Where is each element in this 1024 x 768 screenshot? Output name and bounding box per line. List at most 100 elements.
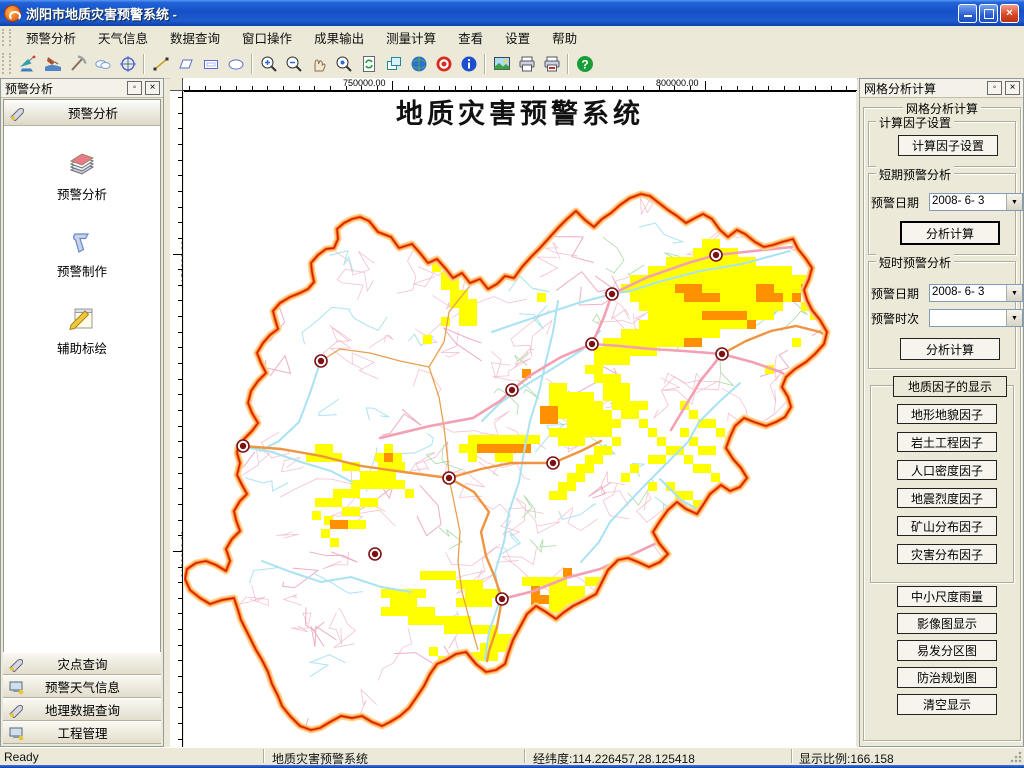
factor-button-4[interactable]: 矿山分布因子 <box>897 516 997 536</box>
display-button-4[interactable]: 清空显示 <box>897 694 997 715</box>
display-button-1[interactable]: 影像图显示 <box>897 613 997 634</box>
pan-icon[interactable] <box>306 51 331 77</box>
menu-item-8[interactable]: 帮助 <box>541 25 588 50</box>
chevron-down-icon[interactable]: ▼ <box>1006 285 1022 301</box>
ruler-tick <box>424 86 425 90</box>
short-term-date-row: 预警日期 <box>871 194 919 211</box>
menu-grip[interactable] <box>2 29 11 45</box>
globe-icon[interactable] <box>406 51 431 77</box>
map-canvas[interactable]: 地质灾害预警系统 <box>184 91 856 747</box>
refresh-icon[interactable] <box>356 51 381 77</box>
sidebar-item-label: 辅助标绘 <box>57 342 107 356</box>
pick-icon[interactable] <box>65 51 90 77</box>
town-marker[interactable] <box>237 440 249 452</box>
menu-item-2[interactable]: 数据查询 <box>159 25 231 50</box>
section-header[interactable]: 预警分析 <box>4 100 160 126</box>
ruler-tick <box>283 86 284 90</box>
ruler-tick <box>178 191 182 192</box>
display-button-2[interactable]: 易发分区图 <box>897 640 997 661</box>
print-icon[interactable] <box>514 51 539 77</box>
sidebar-item-1[interactable]: 预警制作 <box>4 225 160 280</box>
short-term-date-combo[interactable]: 2008- 6- 3 ▼ <box>929 193 1023 211</box>
factor-button-2[interactable]: 人口密度因子 <box>897 460 997 480</box>
sidebar-item-2[interactable]: 辅助标绘 <box>4 302 160 357</box>
ruler-tick <box>815 86 816 90</box>
sidebar-item-0[interactable]: 预警分析 <box>4 148 160 203</box>
left-panel-title-bar[interactable]: 预警分析 ◦ × <box>1 79 163 98</box>
menu-item-6[interactable]: 查看 <box>447 25 494 50</box>
bottom-bar-1[interactable]: 预警天气信息 <box>3 675 161 698</box>
town-marker[interactable] <box>547 457 559 469</box>
menu-item-0[interactable]: 预警分析 <box>15 25 87 50</box>
left-dock-panel: 预警分析 ◦ × 预警分析 预警分析预警制作辅助标绘 灾点查询预警天气信息地理数… <box>0 78 164 747</box>
locate-icon[interactable] <box>115 51 140 77</box>
zoom-in-icon[interactable] <box>256 51 281 77</box>
ellipse-icon[interactable] <box>223 51 248 77</box>
town-marker[interactable] <box>716 348 728 360</box>
menu-item-7[interactable]: 设置 <box>494 25 541 50</box>
pin-icon[interactable]: ◦ <box>987 81 1002 95</box>
display-button-0[interactable]: 中小尺度雨量 <box>897 586 997 607</box>
chevron-down-icon[interactable]: ▼ <box>1006 194 1022 210</box>
title-bar[interactable]: 浏阳市地质灾害预警系统 - × <box>0 0 1024 26</box>
town-marker[interactable] <box>315 355 327 367</box>
zoom-out-icon[interactable] <box>281 51 306 77</box>
short-time-times-combo[interactable]: ▼ <box>929 309 1023 327</box>
factor-button-3[interactable]: 地震烈度因子 <box>897 488 997 508</box>
cloud-icon[interactable] <box>90 51 115 77</box>
close-icon[interactable]: × <box>1005 81 1020 95</box>
town-marker[interactable] <box>710 249 722 261</box>
cascade-icon[interactable] <box>381 51 406 77</box>
bottom-bar-0[interactable]: 灾点查询 <box>3 652 161 675</box>
factor-button-1[interactable]: 岩土工程因子 <box>897 432 997 452</box>
map-drawing[interactable]: 地质灾害预警系统 <box>184 92 856 748</box>
terrain-icon[interactable] <box>40 51 65 77</box>
ruler-tick <box>178 144 182 145</box>
factor-display-header-button[interactable]: 地质因子的显示 <box>893 376 1007 397</box>
ruler-tick <box>236 86 237 90</box>
help-icon[interactable]: ? <box>572 51 597 77</box>
town-marker[interactable] <box>443 472 455 484</box>
ruler-tick <box>471 86 472 90</box>
polygon-icon[interactable] <box>173 51 198 77</box>
town-marker[interactable] <box>586 338 598 350</box>
satellite-icon[interactable] <box>15 51 40 77</box>
chevron-down-icon[interactable]: ▼ <box>1006 310 1022 326</box>
book-icon <box>65 148 99 180</box>
close-button[interactable]: × <box>1000 4 1019 23</box>
short-time-analyze-button[interactable]: 分析计算 <box>900 338 1000 360</box>
monitor-icon <box>8 679 24 695</box>
image-icon[interactable] <box>489 51 514 77</box>
town-marker[interactable] <box>506 384 518 396</box>
resize-grip[interactable] <box>1010 751 1022 763</box>
stop-icon[interactable] <box>431 51 456 77</box>
maximize-button[interactable] <box>979 4 998 23</box>
short-time-date-combo[interactable]: 2008- 6- 3 ▼ <box>929 284 1023 302</box>
town-marker[interactable] <box>496 593 508 605</box>
menu-item-1[interactable]: 天气信息 <box>87 25 159 50</box>
menu-item-4[interactable]: 成果输出 <box>303 25 375 50</box>
menu-item-3[interactable]: 窗口操作 <box>231 25 303 50</box>
factor-button-5[interactable]: 灾害分布因子 <box>897 544 997 564</box>
short-term-analyze-button[interactable]: 分析计算 <box>900 221 1000 245</box>
rectangle-icon[interactable] <box>198 51 223 77</box>
bottom-bar-3[interactable]: 工程管理 <box>3 721 161 744</box>
ruler-tick <box>533 86 534 90</box>
line-icon[interactable] <box>148 51 173 77</box>
display-button-3[interactable]: 防治规划图 <box>897 667 997 688</box>
town-marker[interactable] <box>369 548 381 560</box>
zoom-select-icon[interactable] <box>331 51 356 77</box>
ruler-tick <box>846 86 847 90</box>
bottom-bar-2[interactable]: 地理数据查询 <box>3 698 161 721</box>
right-panel-title-bar[interactable]: 网格分析计算 ◦ × <box>860 79 1023 98</box>
print-preview-icon[interactable] <box>539 51 564 77</box>
town-marker[interactable] <box>606 288 618 300</box>
info-icon[interactable] <box>456 51 481 77</box>
factor-button-0[interactable]: 地形地貌因子 <box>897 404 997 424</box>
factor-setting-button[interactable]: 计算因子设置 <box>898 135 998 156</box>
close-icon[interactable]: × <box>145 81 160 95</box>
minimize-button[interactable] <box>958 4 977 23</box>
menu-item-5[interactable]: 测量计算 <box>375 25 447 50</box>
toolbar-grip[interactable] <box>2 53 11 73</box>
pin-icon[interactable]: ◦ <box>127 81 142 95</box>
